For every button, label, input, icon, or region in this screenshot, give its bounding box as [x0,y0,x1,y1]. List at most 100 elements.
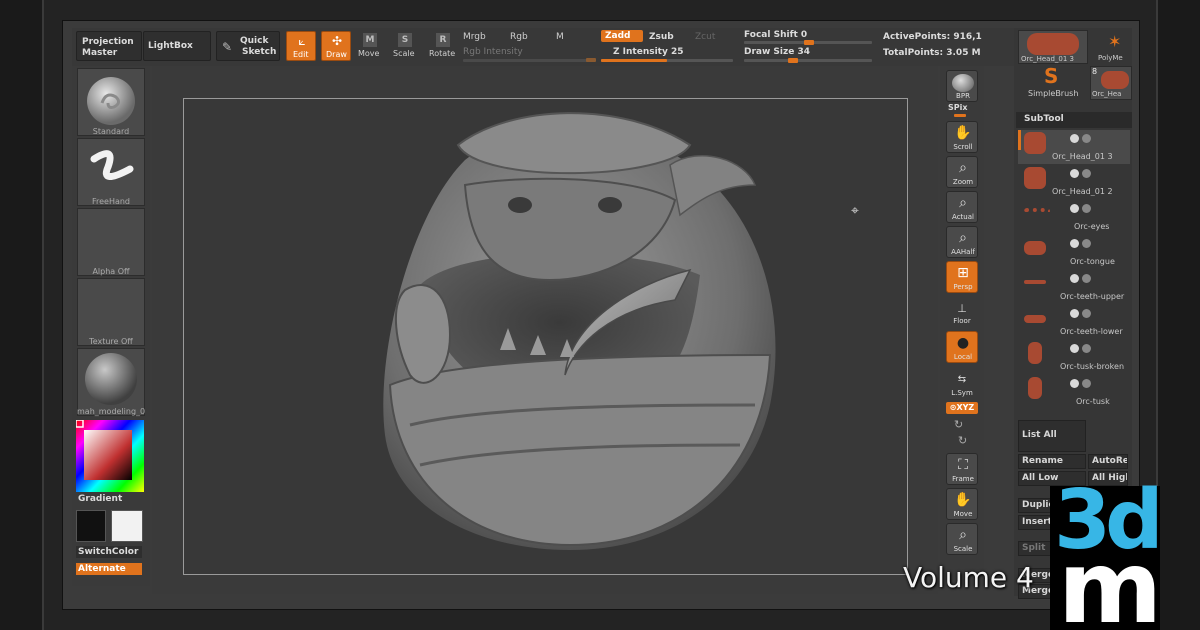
lightbox-button[interactable]: LightBox [143,31,211,61]
secondary-color-swatch[interactable] [111,510,143,542]
draw-size-knob[interactable] [788,58,798,63]
rgb-intensity-slider-label[interactable]: Rgb Intensity [463,47,523,57]
rgb-intensity-knob[interactable] [586,58,596,62]
subtool-row[interactable]: Orc-teeth-upper [1018,270,1130,304]
frame-button[interactable]: ⛶ Frame [946,453,978,485]
rename-button[interactable]: Rename [1018,454,1086,469]
subtool-name: Orc-teeth-lower [1060,327,1123,336]
insert-button[interactable]: Insert [1018,515,1054,530]
material-thumbnail[interactable] [77,348,145,416]
floor-icon: ⊥ [957,302,967,315]
scroll-button[interactable]: ✋ Scroll [946,121,978,153]
focal-shift-slider-label[interactable]: Focal Shift 0 [744,30,807,40]
actual-button[interactable]: ⌕ Actual [946,191,978,223]
switchcolor-button[interactable]: SwitchColor [76,546,142,558]
subtool-thumbnail-icon [1024,315,1046,323]
focal-shift-knob[interactable] [804,40,814,45]
edit-button[interactable]: ⟀ Edit [286,31,316,61]
zcut-button[interactable]: Zcut [695,32,715,42]
eye-toggle-icon[interactable] [1070,344,1079,353]
freehand-stroke-icon [90,150,134,180]
scale-button[interactable]: S Scale [392,31,418,61]
visibility-toggle-icon[interactable] [1082,344,1091,353]
zadd-button[interactable]: Zadd [601,30,643,42]
actual-magnifier-icon: ⌕ [959,195,967,211]
visibility-toggle-icon[interactable] [1082,134,1091,143]
draw-button[interactable]: ✣ Draw [321,31,351,61]
bpr-button[interactable]: BPR [946,70,978,102]
visibility-toggle-icon[interactable] [1082,379,1091,388]
tool-thumb-simplebrush[interactable]: S SimpleBrush [1018,64,1088,100]
rgb-intensity-slider[interactable] [463,59,595,62]
quick-sketch-button[interactable]: ✎ Quick Sketch [216,31,280,61]
alpha-thumbnail[interactable] [77,208,145,276]
duplicate-button[interactable]: Duplic [1018,498,1054,513]
eye-toggle-icon[interactable] [1070,379,1079,388]
subtool-row[interactable]: Orc-teeth-lower [1018,305,1130,339]
move-view-button[interactable]: ✋ Move [946,488,978,520]
scale-view-button[interactable]: ⌕ Scale [946,523,978,555]
aahalf-button[interactable]: ⌕ AAHalf [946,226,978,258]
tool-thumb-polymesh[interactable]: ✶ PolyMe [1090,30,1132,64]
rgb-button[interactable]: Rgb [510,32,528,42]
visibility-toggle-icon[interactable] [1082,169,1091,178]
autoreorder-button[interactable]: AutoRe [1088,454,1128,469]
rotate-y-icon[interactable]: ↻ [954,418,963,431]
list-all-button[interactable]: List All [1018,420,1086,452]
lightbox-label: LightBox [148,41,193,51]
move-view-label: Move [953,510,973,518]
projection-master-button[interactable]: Projection Master [76,31,142,61]
visibility-toggle-icon[interactable] [1082,239,1091,248]
visibility-toggle-icon[interactable] [1082,274,1091,283]
local-button[interactable]: ● Local [946,331,978,363]
brush-thumbnail[interactable] [77,68,145,136]
subtool-row[interactable]: Orc-tusk-broken [1018,340,1130,374]
orc-head-sculpt[interactable] [370,105,790,560]
subtool-row[interactable]: Orc_Head_01 3 [1018,130,1130,164]
tool-thumb-orc-head[interactable]: Orc_Head_01 3 [1018,30,1088,64]
zoom-button[interactable]: ⌕ Zoom [946,156,978,188]
subtool-row[interactable]: Orc_Head_01 2 [1018,165,1130,199]
tool-thumb-orc-head-2[interactable]: 8 Orc_Hea [1090,66,1132,100]
eye-toggle-icon[interactable] [1070,309,1079,318]
draw-size-slider-label[interactable]: Draw Size 34 [744,47,810,57]
subtool-row[interactable]: Orc-tusk [1018,375,1130,409]
floor-button[interactable]: ⊥ Floor [946,300,978,326]
rotate-z-icon[interactable]: ↻ [958,434,967,447]
xyz-button[interactable]: ⊙XYZ [946,402,978,414]
eye-toggle-icon[interactable] [1070,134,1079,143]
subtool-row[interactable]: Orc-tongue [1018,235,1130,269]
z-intensity-slider-label[interactable]: Z Intensity 25 [613,47,684,57]
subtool-thumbnail-icon [1028,377,1042,399]
move-button[interactable]: M Move [357,31,383,61]
zsub-button[interactable]: Zsub [649,32,674,42]
subtool-header[interactable]: SubTool [1016,112,1132,128]
subtool-name: Orc_Head_01 3 [1052,152,1113,161]
spix-label[interactable]: SPix [948,103,968,112]
eye-toggle-icon[interactable] [1070,204,1079,213]
material-name: mah_modeling_0 [77,407,146,416]
stroke-thumbnail[interactable] [77,138,145,206]
gradient-label[interactable]: Gradient [78,494,122,504]
subtool-row[interactable]: Orc-eyes [1018,200,1130,234]
eye-toggle-icon[interactable] [1070,274,1079,283]
m-button[interactable]: M [556,32,564,42]
visibility-toggle-icon[interactable] [1082,204,1091,213]
quick-sketch-label-2: Sketch [242,47,277,57]
color-picker[interactable] [75,419,144,492]
mrgb-button[interactable]: Mrgb [463,32,486,42]
alternate-button[interactable]: Alternate [76,563,142,575]
rotate-button[interactable]: R Rotate [428,31,458,61]
split-button[interactable]: Split [1018,541,1054,556]
texture-thumbnail[interactable] [77,278,145,346]
persp-button[interactable]: ⊞ Persp [946,261,978,293]
spix-slider[interactable] [954,114,966,117]
zoom-label: Zoom [952,178,974,186]
eye-toggle-icon[interactable] [1070,239,1079,248]
main-color-swatch[interactable] [76,510,106,542]
draw-size-slider[interactable] [744,59,872,62]
lsym-button[interactable]: ⇆ L.Sym [946,372,978,398]
active-subtool-marker [1018,130,1021,150]
eye-toggle-icon[interactable] [1070,169,1079,178]
visibility-toggle-icon[interactable] [1082,309,1091,318]
